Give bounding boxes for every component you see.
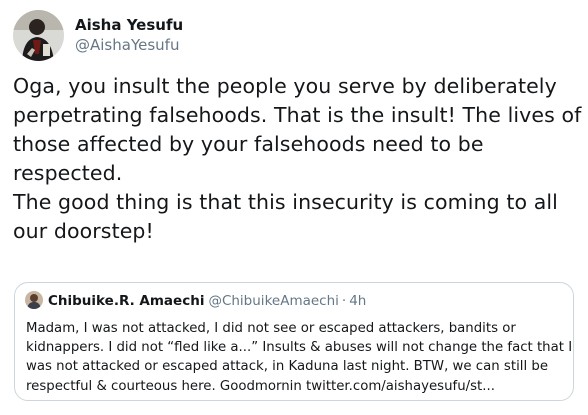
tweet-card: Aisha Yesufu @AishaYesufu Oga, you insul…	[0, 0, 588, 415]
quoted-text-line: respectful & courteous here. Goodmornin …	[26, 378, 495, 394]
author-info: Aisha Yesufu @AishaYesufu	[75, 16, 183, 55]
quoted-text-line: kidnappers. I did not “fled like a...” I…	[26, 340, 573, 356]
quoted-tweet[interactable]: Chibuike.R. Amaechi @ChibuikeAmaechi · 4h M…	[14, 282, 574, 401]
tweet-text-line: The good thing is that this insecurity i…	[13, 190, 558, 214]
author-avatar-image	[13, 10, 64, 61]
tweet-header: Aisha Yesufu @AishaYesufu	[13, 10, 573, 62]
tweet-text-line: Oga, you insult the people you serve by …	[13, 74, 557, 98]
quoted-text-line: was not attacked or escaped attack, in K…	[26, 359, 548, 375]
author-name[interactable]: Aisha Yesufu	[75, 16, 183, 34]
tweet-text: Oga, you insult the people you serve by …	[13, 72, 583, 246]
quoted-author-handle: @ChibuikeAmaechi	[208, 293, 339, 309]
tweet-text-line: those affected by your falsehoods need t…	[13, 132, 484, 156]
quoted-author-avatar-image	[25, 291, 43, 309]
quoted-text-line: Madam, I was not attacked, I did not see…	[26, 321, 516, 336]
tweet-text-line: perpetrating falsehoods. That is the ins…	[13, 103, 582, 127]
quoted-tweet-header: Chibuike.R. Amaechi @ChibuikeAmaechi · 4h	[25, 291, 366, 311]
tweet-text-line: our doorstep!	[13, 219, 154, 243]
quoted-author-name: Chibuike.R. Amaechi	[48, 293, 205, 309]
quoted-separator: ·	[341, 293, 347, 309]
quoted-author-avatar	[25, 291, 43, 309]
quoted-tweet-text: Madam, I was not attacked, I did not see…	[26, 319, 573, 396]
author-avatar[interactable]	[13, 10, 64, 61]
tweet-text-line: respected.	[13, 161, 123, 185]
author-handle[interactable]: @AishaYesufu	[75, 35, 183, 55]
quoted-timestamp: 4h	[349, 293, 367, 309]
